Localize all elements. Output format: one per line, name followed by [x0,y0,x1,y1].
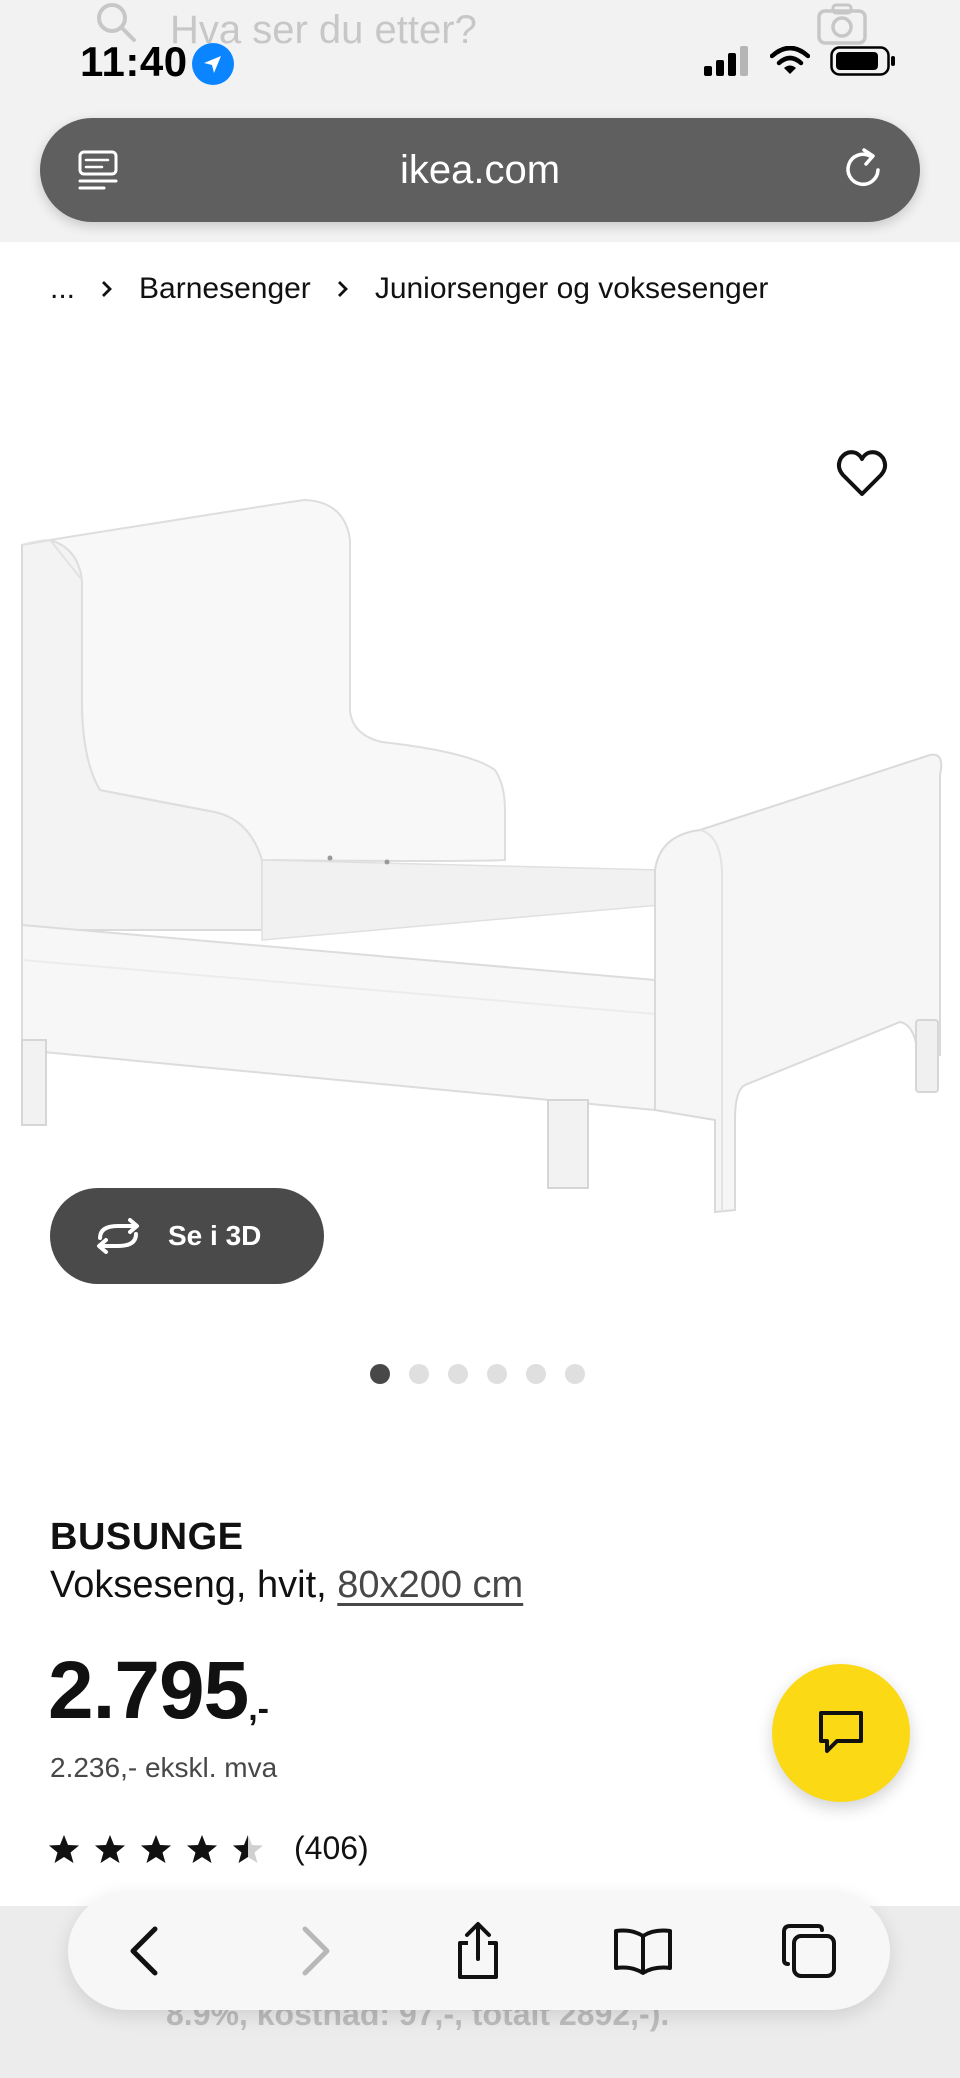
carousel-dot[interactable] [526,1364,546,1384]
price-amount: 2.795 [48,1645,249,1736]
breadcrumb-item-barnesenger[interactable]: Barnesenger [139,272,311,306]
heart-icon[interactable] [834,446,890,502]
chevron-right-icon [302,1926,330,1976]
carousel-dot[interactable] [448,1364,468,1384]
status-icons [704,46,896,76]
tabs-icon [782,1924,836,1978]
browser-top-chrome: Hva ser du etter? 11:40 ikea.com [0,0,960,242]
carousel-dot[interactable] [565,1364,585,1384]
cellular-signal-icon [704,46,748,76]
breadcrumb-item-juniorsenger[interactable]: Juniorsenger og voksesenger [375,272,769,306]
carousel-dot[interactable] [487,1364,507,1384]
bookmarks-button[interactable] [608,1916,678,1986]
reload-icon[interactable] [840,146,886,192]
rating-stars [48,1833,264,1865]
price-excl-vat: 2.236,- ekskl. mva [50,1752,278,1783]
product-image[interactable] [0,400,960,1230]
book-icon [614,1928,672,1975]
product-size-link[interactable]: 80x200 cm [337,1564,523,1606]
rotate-3d-icon [97,1218,139,1254]
url-domain[interactable]: ikea.com [40,118,920,222]
image-carousel-dots [370,1364,585,1384]
breadcrumb-ellipsis[interactable]: ... [50,272,75,306]
location-icon [192,43,234,85]
view-in-3d-label: Se i 3D [168,1220,262,1251]
share-icon [458,1922,498,1979]
star-full-icon [141,1834,171,1863]
browser-toolbar [68,1892,890,2010]
battery-icon [830,46,895,76]
star-full-icon [49,1834,79,1863]
view-in-3d-button[interactable]: Se i 3D [50,1188,324,1284]
status-bar: 11:40 [0,0,960,120]
address-bar[interactable]: ikea.com [40,118,920,222]
product-description: Vokseseng, hvit, 80x200 cm [50,1564,523,1607]
product-description-text: Vokseseng, hvit, [50,1564,327,1606]
status-time: 11:40 [80,38,188,85]
price-suffix: ,- [248,1690,269,1728]
product-price: 2.795 ,- [48,1646,269,1736]
forward-button[interactable] [280,1916,350,1986]
back-button[interactable] [110,1916,180,1986]
star-full-icon [95,1834,125,1863]
carousel-dot[interactable] [370,1364,390,1384]
tabs-button[interactable] [774,1916,844,1986]
chevron-right-icon [337,281,348,297]
star-half-icon [233,1834,263,1863]
chevron-left-icon [130,1926,158,1976]
star-full-icon [187,1834,217,1863]
carousel-dot[interactable] [409,1364,429,1384]
breadcrumb: ... Barnesenger Juniorsenger og voksesen… [50,272,768,306]
chat-button[interactable] [772,1664,910,1802]
product-rating[interactable]: (406) [48,1830,369,1867]
wifi-icon [770,46,810,74]
review-count[interactable]: (406) [294,1830,369,1867]
chat-bubble-icon [819,1711,863,1753]
chevron-right-icon [102,281,112,297]
share-button[interactable] [443,1916,513,1986]
product-name: BUSUNGE [50,1516,244,1558]
